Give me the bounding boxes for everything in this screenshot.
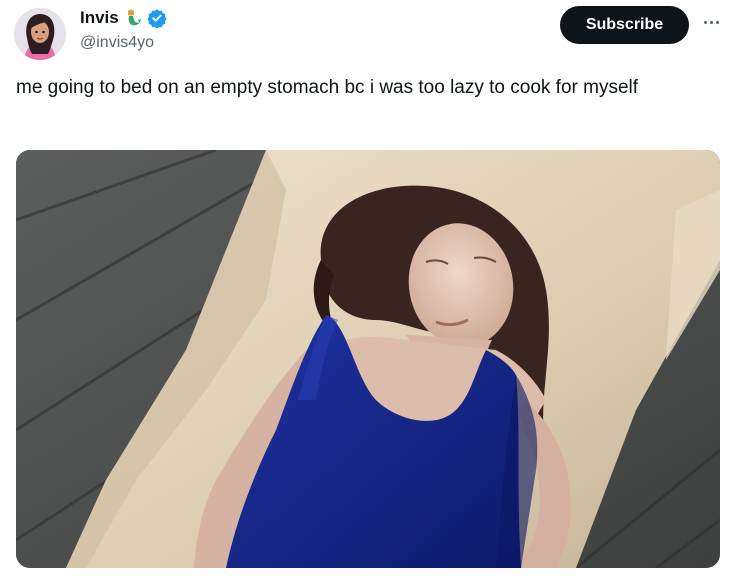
author-name-row: Invis bbox=[80, 8, 167, 29]
post-media-image[interactable] bbox=[16, 150, 720, 568]
post-text: me going to bed on an empty stomach bc i… bbox=[16, 77, 639, 98]
subscribe-button[interactable]: Subscribe bbox=[560, 6, 689, 44]
author-handle[interactable]: @invis4yo bbox=[80, 33, 154, 53]
avatar[interactable] bbox=[14, 8, 66, 60]
author-display-name[interactable]: Invis bbox=[80, 8, 119, 28]
verified-badge-icon bbox=[147, 8, 167, 29]
tweet-card: Invis @invis4yo Subscribe me going to be… bbox=[0, 0, 740, 583]
cartoon-avatar-icon bbox=[14, 8, 66, 60]
photo-woman-lying-on-bed-icon bbox=[16, 150, 720, 568]
merperson-emoji-icon bbox=[123, 8, 143, 28]
more-horizontal-icon[interactable] bbox=[698, 12, 724, 32]
